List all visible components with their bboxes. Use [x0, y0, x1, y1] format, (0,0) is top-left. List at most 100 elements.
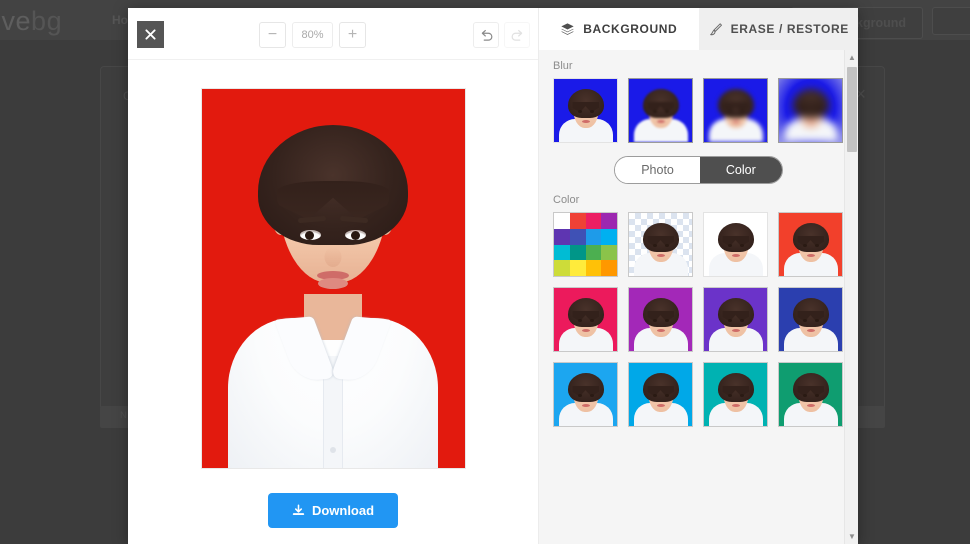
thumb-eye-left	[727, 110, 732, 113]
color-thumb-transparent[interactable]	[628, 212, 693, 277]
background-footer-text: N	[120, 410, 127, 421]
header-secondary-button[interactable]	[932, 7, 970, 35]
panel-scrollbar[interactable]: ▲ ▼	[844, 50, 858, 544]
palette-cell-3[interactable]	[601, 213, 617, 229]
thumb-eye-right	[739, 244, 744, 247]
thumb-mouth	[656, 329, 665, 332]
thumb-portrait	[779, 79, 842, 142]
thumb-mouth	[581, 120, 590, 123]
blur-thumb-blur-none[interactable]	[553, 78, 618, 143]
undo-icon	[481, 29, 492, 41]
brush-icon	[709, 22, 722, 35]
close-icon	[145, 29, 156, 40]
thumb-eye-right	[739, 319, 744, 322]
color-thumb-bright-blue[interactable]	[553, 362, 618, 427]
close-modal-button[interactable]	[137, 21, 164, 48]
logo-text-primary: ove	[0, 6, 32, 36]
portrait-shirt-button	[330, 447, 336, 453]
color-thumb-white[interactable]	[703, 212, 768, 277]
palette-cell-6[interactable]	[585, 228, 602, 245]
toggle-photo[interactable]: Photo	[615, 157, 700, 183]
thumb-portrait	[629, 213, 692, 276]
zoom-level-display: 80%	[292, 22, 333, 48]
thumb-portrait	[554, 79, 617, 142]
blur-thumb-blur-strong[interactable]	[778, 78, 843, 143]
palette-cell-9[interactable]	[569, 244, 586, 261]
palette-cell-15[interactable]	[601, 260, 617, 276]
palette-cell-4[interactable]	[554, 228, 570, 245]
thumb-eye-left	[577, 394, 582, 397]
color-thumb-violet[interactable]	[703, 287, 768, 352]
color-thumb-green-teal[interactable]	[778, 362, 843, 427]
thumb-eye-right	[589, 394, 594, 397]
palette-cell-1[interactable]	[569, 213, 586, 229]
thumb-eye-right	[664, 319, 669, 322]
thumb-mouth	[806, 329, 815, 332]
zoom-out-button[interactable]: −	[259, 22, 286, 48]
color-palette-swatch[interactable]	[553, 212, 618, 277]
redo-icon	[511, 29, 522, 41]
palette-cell-5[interactable]	[569, 228, 586, 245]
blur-thumbnail-grid	[553, 78, 844, 143]
image-canvas[interactable]	[128, 60, 538, 544]
palette-cell-7[interactable]	[601, 228, 617, 245]
thumb-mouth	[806, 254, 815, 257]
thumb-mouth	[581, 329, 590, 332]
portrait-nose	[324, 247, 342, 267]
palette-cell-2[interactable]	[585, 213, 602, 229]
thumb-mouth	[806, 120, 815, 123]
palette-cell-0[interactable]	[554, 213, 570, 229]
palette-cell-11[interactable]	[601, 244, 617, 261]
thumb-eye-left	[652, 110, 657, 113]
tab-erase-restore-label: ERASE / RESTORE	[730, 22, 849, 36]
thumb-mouth	[806, 404, 815, 407]
palette-cell-8[interactable]	[554, 244, 570, 261]
palette-cell-14[interactable]	[585, 260, 602, 276]
toggle-color[interactable]: Color	[699, 157, 782, 183]
thumb-eye-left	[727, 394, 732, 397]
scroll-up-arrow-icon[interactable]: ▲	[845, 50, 859, 65]
thumb-portrait	[704, 213, 767, 276]
color-thumb-pink-crimson[interactable]	[553, 287, 618, 352]
tab-background[interactable]: BACKGROUND	[539, 8, 699, 50]
thumb-portrait	[779, 213, 842, 276]
thumb-eye-left	[652, 319, 657, 322]
palette-cell-13[interactable]	[569, 260, 586, 276]
thumb-mouth	[581, 404, 590, 407]
nav-item-home[interactable]: Ho	[112, 13, 128, 27]
palette-cell-10[interactable]	[585, 244, 602, 261]
download-button-label: Download	[311, 503, 375, 518]
scroll-down-arrow-icon[interactable]: ▼	[845, 529, 859, 544]
color-thumb-teal[interactable]	[703, 362, 768, 427]
thumb-eye-right	[739, 110, 744, 113]
thumb-eye-right	[814, 319, 819, 322]
panel-tabs: BACKGROUND ERASE / RESTORE	[539, 8, 858, 50]
thumb-mouth	[656, 254, 665, 257]
thumb-portrait	[629, 288, 692, 351]
tab-erase-restore[interactable]: ERASE / RESTORE	[698, 8, 858, 50]
palette-cell-12[interactable]	[554, 260, 570, 276]
layers-icon	[561, 22, 574, 35]
thumb-eye-right	[589, 319, 594, 322]
redo-button[interactable]	[504, 22, 530, 48]
logo-text-secondary: bg	[31, 6, 63, 36]
undo-button[interactable]	[473, 22, 499, 48]
editor-pane: − 80% + Download	[128, 8, 538, 544]
color-thumb-indigo[interactable]	[778, 287, 843, 352]
zoom-in-button[interactable]: +	[339, 22, 366, 48]
thumb-mouth	[731, 254, 740, 257]
color-thumb-purple[interactable]	[628, 287, 693, 352]
blur-thumb-blur-light[interactable]	[628, 78, 693, 143]
app-root: ovebg Ho ove Background C × N −	[0, 0, 970, 544]
color-thumb-sky-blue[interactable]	[628, 362, 693, 427]
scrollbar-thumb[interactable]	[847, 67, 857, 152]
color-thumb-red-orange[interactable]	[778, 212, 843, 277]
edited-image[interactable]	[200, 88, 466, 469]
blur-thumb-blur-medium[interactable]	[703, 78, 768, 143]
site-logo[interactable]: ovebg	[0, 6, 62, 37]
download-button[interactable]: Download	[267, 493, 399, 528]
thumb-portrait	[554, 288, 617, 351]
thumb-portrait	[704, 288, 767, 351]
thumb-mouth	[731, 120, 740, 123]
blur-section-label: Blur	[553, 60, 573, 72]
